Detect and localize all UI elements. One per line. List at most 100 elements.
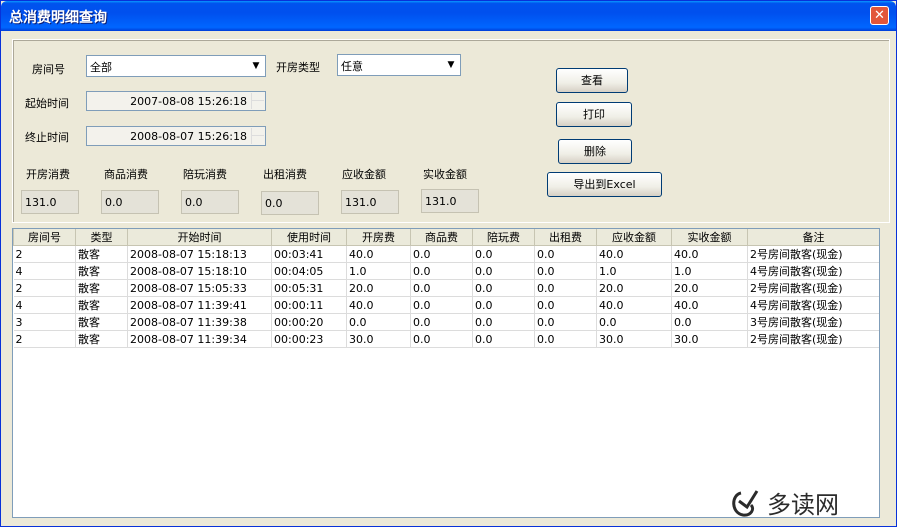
table-cell: 20.0 (671, 279, 748, 297)
table-cell: 0.0 (410, 279, 473, 297)
delete-button[interactable]: 删除 (558, 139, 632, 164)
table-cell: 0.0 (410, 245, 473, 263)
summary-value: 131.0 (341, 190, 399, 214)
table-row[interactable]: 2 散客 2008-08-07 15:18:13 00:03:41 40.0 0.0 0.0… (13, 245, 879, 263)
column-header[interactable]: 出租费 (534, 229, 597, 246)
table-cell: 0.0 (534, 296, 597, 314)
table-row[interactable]: 3 散客 2008-08-07 11:39:38 00:00:20 0.0 0.0 0.0 0… (13, 313, 879, 331)
close-icon[interactable]: ✕ (870, 6, 889, 25)
spinner-icon[interactable] (251, 128, 264, 144)
table-cell: 2008-08-07 15:05:33 (127, 279, 272, 297)
type-select[interactable]: 任意 ▼ (337, 54, 461, 76)
table-cell: 40.0 (671, 296, 748, 314)
table-cell: 0.0 (534, 330, 597, 348)
watermark-text: 多读网 (767, 491, 839, 519)
table-cell: 00:00:23 (271, 330, 347, 348)
column-header[interactable]: 房间号 (13, 229, 76, 246)
table-cell: 40.0 (671, 245, 748, 263)
print-button[interactable]: 打印 (556, 102, 632, 127)
start-time-value: 2007-08-08 15:26:18 (130, 95, 247, 108)
chevron-down-icon[interactable]: ▼ (248, 57, 264, 75)
table-cell: 4号房间散客(现金) (747, 296, 879, 314)
table-cell: 2 (13, 330, 76, 348)
table-cell: 20.0 (346, 279, 411, 297)
table-cell: 散客 (75, 279, 128, 297)
table-cell: 00:04:05 (271, 262, 347, 280)
table-cell: 0.0 (472, 313, 535, 331)
chevron-down-icon[interactable]: ▼ (443, 56, 459, 74)
column-header[interactable]: 实收金额 (671, 229, 748, 246)
table-cell: 2号房间散客(现金) (747, 330, 879, 348)
end-time-picker[interactable]: 2008-08-07 15:26:18 (86, 126, 266, 146)
table-cell: 00:05:31 (271, 279, 347, 297)
table-cell: 0.0 (410, 262, 473, 280)
table-cell: 2008-08-07 11:39:34 (127, 330, 272, 348)
table-cell: 散客 (75, 245, 128, 263)
table-cell: 2008-08-07 11:39:41 (127, 296, 272, 314)
table-cell: 40.0 (596, 245, 672, 263)
room-label: 房间号 (32, 63, 65, 76)
room-select[interactable]: 全部 ▼ (86, 55, 266, 77)
table-cell: 0.0 (596, 313, 672, 331)
table-row[interactable]: 2 散客 2008-08-07 15:05:33 00:05:31 20.0 0.0 0.0… (13, 279, 879, 297)
start-time-picker[interactable]: 2007-08-08 15:26:18 (86, 91, 266, 111)
table-cell: 散客 (75, 330, 128, 348)
column-header[interactable]: 使用时间 (271, 229, 347, 246)
table-cell: 0.0 (534, 245, 597, 263)
table-cell: 30.0 (346, 330, 411, 348)
table-cell: 0.0 (472, 279, 535, 297)
room-select-value: 全部 (90, 61, 112, 74)
table-cell: 散客 (75, 296, 128, 314)
table-cell: 2008-08-07 15:18:10 (127, 262, 272, 280)
view-button[interactable]: 查看 (556, 68, 628, 93)
table-row[interactable]: 4 散客 2008-08-07 15:18:10 00:04:05 1.0 0.0 0.0 0… (13, 262, 879, 280)
summary-value: 0.0 (261, 191, 319, 215)
summary-label: 实收金额 (423, 168, 467, 181)
table-cell: 2号房间散客(现金) (747, 245, 879, 263)
table-cell: 0.0 (410, 296, 473, 314)
table-cell: 40.0 (346, 296, 411, 314)
detail-table: 房间号 类型 开始时间 使用时间 开房费 商品费 陪玩费 出租费 应收金额 实收金额 备注 2 散客 2… (13, 229, 879, 348)
window-title: 总消费明细查询 (9, 10, 107, 26)
table-cell: 40.0 (346, 245, 411, 263)
end-time-label: 终止时间 (25, 131, 69, 144)
table-cell: 1.0 (346, 262, 411, 280)
table-cell: 4号房间散客(现金) (747, 262, 879, 280)
type-select-value: 任意 (341, 60, 363, 73)
table-cell: 0.0 (534, 279, 597, 297)
table-cell: 0.0 (534, 262, 597, 280)
table-cell: 0.0 (472, 330, 535, 348)
summary-label: 开房消费 (26, 168, 70, 181)
table-cell: 00:03:41 (271, 245, 347, 263)
table-body: 2 散客 2008-08-07 15:18:13 00:03:41 40.0 0.0 0.0… (13, 245, 879, 348)
client-area: 房间号 全部 ▼ 开房类型 任意 ▼ 起始时间 2007-08-08 15:26… (4, 31, 893, 525)
column-header[interactable]: 备注 (747, 229, 879, 246)
export-excel-button[interactable]: 导出到Excel (547, 172, 662, 197)
table-row[interactable]: 4 散客 2008-08-07 11:39:41 00:00:11 40.0 0.0 0.0… (13, 296, 879, 314)
table-cell: 2008-08-07 15:18:13 (127, 245, 272, 263)
type-label: 开房类型 (276, 61, 320, 74)
summary-value: 131.0 (21, 190, 79, 214)
column-header[interactable]: 类型 (75, 229, 128, 246)
column-header[interactable]: 应收金额 (596, 229, 672, 246)
column-header[interactable]: 开房费 (346, 229, 411, 246)
summary-value: 0.0 (101, 190, 159, 214)
summary-value: 131.0 (421, 189, 479, 213)
table-cell: 4 (13, 262, 76, 280)
start-time-label: 起始时间 (25, 97, 69, 110)
table-cell: 2 (13, 245, 76, 263)
table-cell: 4 (13, 296, 76, 314)
detail-grid[interactable]: 房间号 类型 开始时间 使用时间 开房费 商品费 陪玩费 出租费 应收金额 实收金额 备注 2 散客 2… (12, 228, 880, 518)
spinner-icon[interactable] (251, 93, 264, 109)
column-header[interactable]: 陪玩费 (472, 229, 535, 246)
column-header[interactable]: 商品费 (410, 229, 473, 246)
table-cell: 40.0 (596, 296, 672, 314)
summary-label: 出租消费 (263, 168, 307, 181)
title-bar[interactable]: 总消费明细查询 ✕ (1, 1, 896, 31)
column-header[interactable]: 开始时间 (127, 229, 272, 246)
table-cell: 1.0 (596, 262, 672, 280)
table-row[interactable]: 2 散客 2008-08-07 11:39:34 00:00:23 30.0 0.0 0.0… (13, 330, 879, 348)
table-cell: 0.0 (472, 245, 535, 263)
summary-label: 商品消费 (104, 168, 148, 181)
end-time-value: 2008-08-07 15:26:18 (130, 130, 247, 143)
